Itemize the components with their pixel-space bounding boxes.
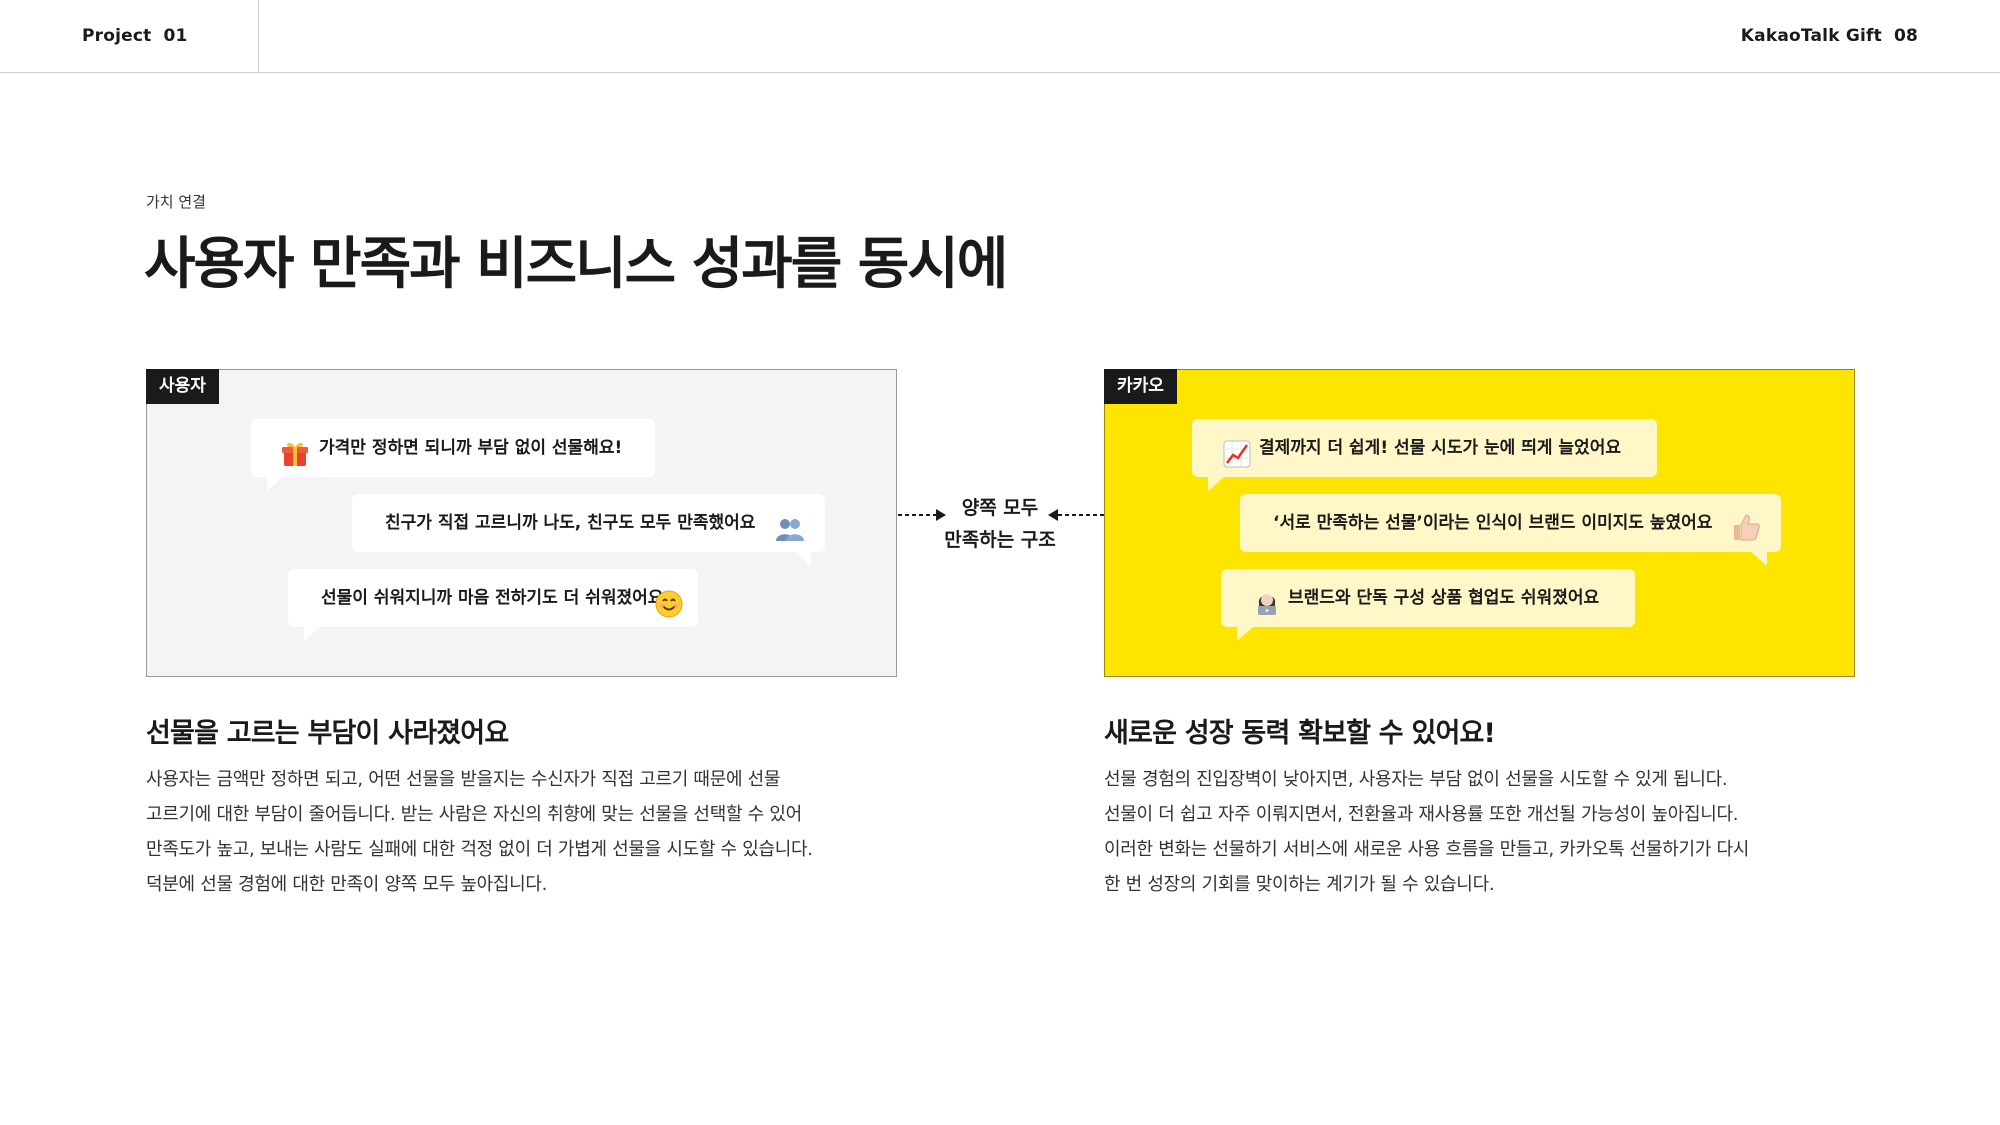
page-section-text: KakaoTalk Gift: [1740, 26, 1882, 46]
kakao-bubble-2-text: ‘서로 만족하는 선물’이라는 인식이 브랜드 이미지도 높였어요: [1273, 513, 1713, 533]
kakao-body-line: 선물이 더 쉽고 자주 이뤄지면서, 전환율과 재사용률 또한 개선될 가능성이…: [1104, 804, 1739, 825]
kakao-bubble-1-text: 결제까지 더 쉽게! 선물 시도가 눈에 띄게 늘었어요: [1259, 438, 1621, 458]
chart-up-icon: [1223, 434, 1251, 492]
gift-icon: [281, 434, 309, 492]
project-text: Project: [82, 26, 152, 46]
people-icon: [775, 509, 805, 567]
project-label: Project 01: [82, 26, 188, 46]
user-bubble-3-text: 선물이 쉬워지니까 마음 전하기도 더 쉬워졌어요: [321, 588, 664, 608]
kakao-panel: 카카오 결제까지 더 쉽게! 선물 시도가 눈에 띄게 늘었어요 ‘서로 만족하…: [1104, 369, 1855, 677]
kakao-bubble-3: 브랜드와 단독 구성 상품 협업도 쉬워졌어요: [1221, 569, 1635, 641]
user-panel: 사용자 가격만 정하면 되니까 부담 없이 선물해요! 친구가 직접 고르니까 …: [146, 369, 897, 677]
center-label-line2: 만족하는 구조: [944, 529, 1056, 551]
top-header: Project 01 KakaoTalk Gift 08: [0, 0, 2000, 73]
user-body-line: 만족도가 높고, 보내는 사람도 실패에 대한 걱정 없이 더 가볍게 선물을 …: [146, 839, 813, 860]
kakao-section-title: 새로운 성장 동력 확보할 수 있어요!: [1104, 718, 1496, 749]
user-bubble-2-text: 친구가 직접 고르니까 나도, 친구도 모두 만족했어요: [385, 513, 756, 533]
kakao-body-line: 한 번 성장의 기회를 맞이하는 계기가 될 수 있습니다.: [1104, 874, 1495, 895]
user-bubble-1: 가격만 정하면 되니까 부담 없이 선물해요!: [251, 419, 655, 491]
technologist-icon: [1252, 583, 1282, 641]
smile-icon: [655, 584, 683, 642]
eyebrow-label: 가치 연결: [146, 193, 206, 211]
user-body-line: 덕분에 선물 경험에 대한 만족이 양쪽 모두 높아집니다.: [146, 874, 548, 895]
page-title: 사용자 만족과 비즈니스 성과를 동시에: [144, 232, 1008, 297]
user-section-title: 선물을 고르는 부담이 사라졌어요: [146, 718, 509, 749]
user-body-line: 사용자는 금액만 정하면 되고, 어떤 선물을 받을지는 수신자가 직접 고르기…: [146, 769, 781, 790]
kakao-bubble-3-text: 브랜드와 단독 구성 상품 협업도 쉬워졌어요: [1288, 588, 1600, 608]
project-number: 01: [163, 26, 188, 46]
user-bubble-1-text: 가격만 정하면 되니까 부담 없이 선물해요!: [319, 438, 623, 458]
page-number: 08: [1893, 26, 1918, 46]
center-label-line1: 양쪽 모두: [961, 497, 1039, 519]
kakao-panel-tag: 카카오: [1104, 369, 1177, 404]
user-panel-tag: 사용자: [146, 369, 219, 404]
kakao-body-line: 이러한 변화는 선물하기 서비스에 새로운 사용 흐름을 만들고, 카카오톡 선…: [1104, 839, 1749, 860]
kakao-body-line: 선물 경험의 진입장벽이 낮아지면, 사용자는 부담 없이 선물을 시도할 수 …: [1104, 769, 1728, 790]
kakao-section-body: 선물 경험의 진입장벽이 낮아지면, 사용자는 부담 없이 선물을 시도할 수 …: [1104, 762, 1749, 902]
kakao-bubble-2: ‘서로 만족하는 선물’이라는 인식이 브랜드 이미지도 높였어요: [1240, 494, 1781, 566]
kakao-bubble-1: 결제까지 더 쉽게! 선물 시도가 눈에 띄게 늘었어요: [1192, 419, 1657, 491]
center-label: 양쪽 모두 만족하는 구조: [930, 492, 1070, 556]
user-bubble-2: 친구가 직접 고르니까 나도, 친구도 모두 만족했어요: [352, 494, 825, 566]
user-bubble-3: 선물이 쉬워지니까 마음 전하기도 더 쉬워졌어요: [288, 569, 698, 641]
user-section-body: 사용자는 금액만 정하면 되고, 어떤 선물을 받을지는 수신자가 직접 고르기…: [146, 762, 813, 902]
page-label: KakaoTalk Gift 08: [1741, 26, 1918, 46]
thumbs-up-icon: [1732, 508, 1762, 566]
user-body-line: 고르기에 대한 부담이 줄어듭니다. 받는 사람은 자신의 취향에 맞는 선물을…: [146, 804, 802, 825]
header-divider: [258, 0, 259, 73]
